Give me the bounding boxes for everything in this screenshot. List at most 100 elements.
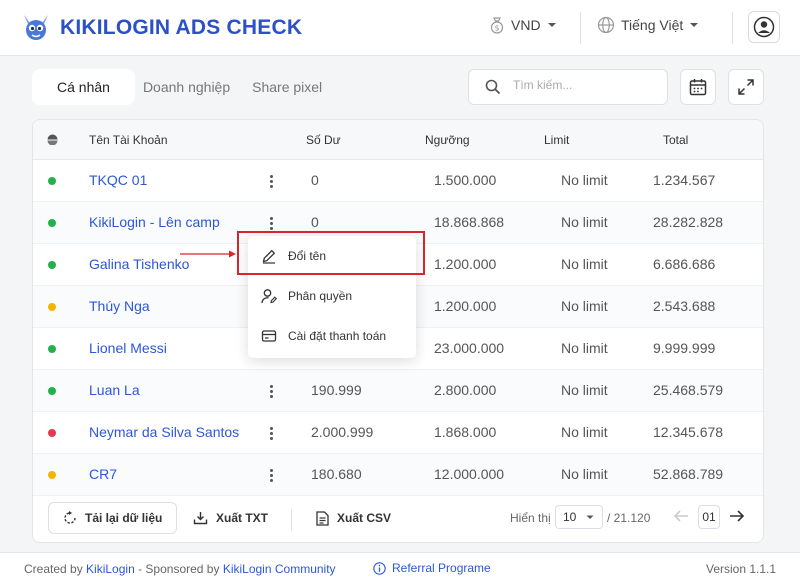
limit-cell: No limit <box>561 298 608 314</box>
language-label: Tiếng Việt <box>621 17 684 33</box>
table-row[interactable]: TKQC 01 0 1.500.000 No limit 1.234.567 <box>33 160 763 202</box>
threshold-cell: 12.000.000 <box>434 466 505 482</box>
header-divider <box>580 12 581 44</box>
account-type-tabs: Cá nhân Doanh nghiệp Share pixel <box>32 69 346 105</box>
account-name-link[interactable]: TKQC 01 <box>89 172 147 188</box>
annotation-arrow <box>180 250 236 258</box>
expand-icon <box>738 79 754 95</box>
date-filter-button[interactable] <box>680 69 716 105</box>
threshold-cell: 23.000.000 <box>434 340 505 356</box>
row-menu-icon[interactable] <box>267 466 275 484</box>
limit-cell: No limit <box>561 466 608 482</box>
status-dot <box>48 261 56 269</box>
toolbar-divider <box>291 509 292 531</box>
threshold-cell: 1.868.000 <box>434 424 497 440</box>
logo-icon <box>24 15 48 40</box>
payment-card-icon <box>261 330 277 342</box>
threshold-cell: 1.200.000 <box>434 256 497 272</box>
table-toolbar: Tải lại dữ liệu Xuất TXT Xuất CSV Hiển t… <box>33 501 763 543</box>
threshold-cell: 1.500.000 <box>434 172 497 188</box>
column-header-total: Total <box>663 133 689 147</box>
prev-page-icon[interactable] <box>673 509 689 523</box>
menu-item-label: Cài đặt thanh toán <box>288 329 387 343</box>
current-page[interactable]: 01 <box>698 505 720 529</box>
menu-item-payment-settings[interactable]: Cài đặt thanh toán <box>248 316 416 356</box>
user-avatar-icon <box>753 16 775 38</box>
tab-doanh-nghiep[interactable]: Doanh nghiệp <box>143 69 252 105</box>
table-row[interactable]: Neymar da Silva Santos 2.000.999 1.868.000… <box>33 412 763 454</box>
tab-ca-nhan[interactable]: Cá nhân <box>32 69 135 105</box>
status-dot <box>48 219 56 227</box>
money-bag-icon: $ <box>490 17 504 34</box>
account-name-link[interactable]: Neymar da Silva Santos <box>89 424 239 440</box>
status-dot <box>48 177 56 185</box>
referral-link-wrap[interactable]: Referral Programe <box>373 561 491 575</box>
account-name-link[interactable]: Thúy Nga <box>89 298 150 314</box>
chevron-down-icon <box>547 23 556 27</box>
balance-cell: 2.000.999 <box>311 424 374 440</box>
total-cell: 6.686.686 <box>653 256 716 272</box>
kikilogin-community-link[interactable]: KikiLogin Community <box>223 562 336 576</box>
table-row[interactable]: Luan La 190.999 2.800.000 No limit 25.468.57… <box>33 370 763 412</box>
limit-cell: No limit <box>561 382 608 398</box>
table-header: Tên Tài Khoản Số Dư Ngưỡng Limit Total <box>33 120 763 160</box>
account-button[interactable] <box>748 11 780 43</box>
kikilogin-link[interactable]: KikiLogin <box>86 562 135 576</box>
referral-link[interactable]: Referral Programe <box>392 561 491 575</box>
status-dot <box>48 471 56 479</box>
header-divider <box>732 12 733 44</box>
page-footer: Created by KikiLogin - Sponsored by Kiki… <box>0 552 800 584</box>
column-header-threshold: Ngưỡng <box>425 133 470 147</box>
reload-data-button[interactable]: Tải lại dữ liệu <box>48 502 178 534</box>
total-cell: 28.282.828 <box>653 214 724 230</box>
app-title: KIKILOGIN ADS CHECK <box>60 16 303 39</box>
total-cell: 1.234.567 <box>653 172 716 188</box>
threshold-cell: 1.200.000 <box>434 298 497 314</box>
export-txt-button[interactable]: Xuất TXT <box>193 502 268 534</box>
reload-data-label: Tải lại dữ liệu <box>85 511 163 525</box>
account-name-link[interactable]: Galina Tishenko <box>89 256 189 272</box>
export-csv-label: Xuất CSV <box>337 511 392 525</box>
limit-cell: No limit <box>561 256 608 272</box>
column-header-limit: Limit <box>544 133 570 147</box>
next-page-icon[interactable] <box>729 509 745 523</box>
search-input[interactable] <box>513 78 653 92</box>
row-menu-icon[interactable] <box>267 424 275 442</box>
menu-item-label: Đổi tên <box>288 249 327 263</box>
page-size-select[interactable]: 10 <box>555 505 603 529</box>
account-name-link[interactable]: KikiLogin - Lên camp <box>89 214 220 230</box>
menu-item-permissions[interactable]: Phân quyền <box>248 276 416 316</box>
threshold-cell: 18.868.868 <box>434 214 505 230</box>
language-selector[interactable]: Tiếng Việt <box>597 16 699 34</box>
refresh-icon <box>64 511 76 524</box>
total-cell: 52.868.789 <box>653 466 724 482</box>
limit-cell: No limit <box>561 172 608 188</box>
total-cell: 12.345.678 <box>653 424 724 440</box>
status-dot <box>48 303 56 311</box>
account-name-link[interactable]: CR7 <box>89 466 117 482</box>
threshold-cell: 2.800.000 <box>434 382 497 398</box>
export-csv-button[interactable]: Xuất CSV <box>316 502 391 534</box>
row-menu-icon[interactable] <box>267 172 275 190</box>
page-size-value: 10 <box>563 510 577 524</box>
export-txt-label: Xuất TXT <box>216 511 269 525</box>
row-context-menu: Đổi tên Phân quyền Cài đặt thanh toán <box>248 236 416 358</box>
currency-selector[interactable]: $ VND <box>489 16 557 34</box>
info-icon <box>373 561 386 575</box>
search-icon <box>485 79 501 95</box>
currency-label: VND <box>511 17 541 33</box>
limit-cell: No limit <box>561 340 608 356</box>
fullscreen-button[interactable] <box>728 69 764 105</box>
row-menu-icon[interactable] <box>267 382 275 400</box>
tab-share-pixel[interactable]: Share pixel <box>252 69 346 105</box>
total-cell: 25.468.579 <box>653 382 724 398</box>
table-row[interactable]: CR7 180.680 12.000.000 No limit 52.868.789 <box>33 454 763 496</box>
menu-item-rename[interactable]: Đổi tên <box>248 236 416 276</box>
account-name-link[interactable]: Lionel Messi <box>89 340 167 356</box>
calendar-icon <box>689 79 707 96</box>
balance-cell: 180.680 <box>311 466 362 482</box>
account-name-link[interactable]: Luan La <box>89 382 140 398</box>
status-column-icon <box>47 134 58 145</box>
row-menu-icon[interactable] <box>267 214 275 232</box>
created-by-text: Created by <box>24 562 83 576</box>
